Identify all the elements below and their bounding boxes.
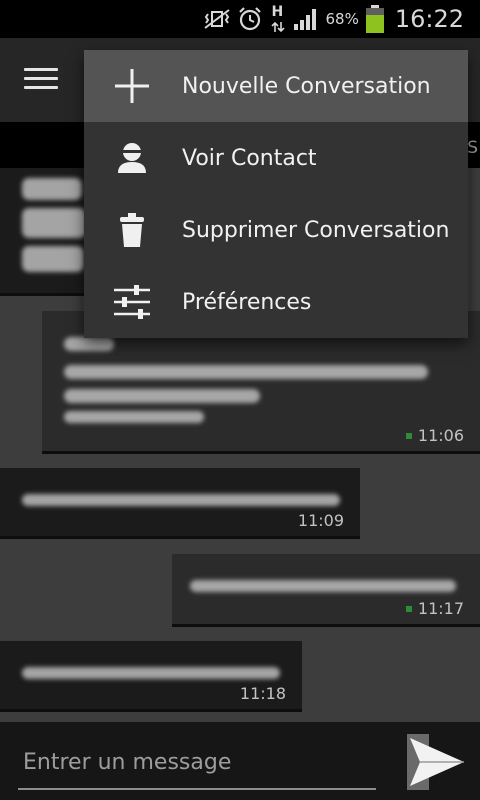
- clock: 16:22: [394, 5, 464, 33]
- message-time: 11:17: [405, 599, 464, 618]
- network-type: H: [269, 4, 287, 34]
- status-icons: H 68% 16:22: [203, 0, 464, 38]
- message-input-placeholder: Entrer un message: [23, 750, 232, 775]
- delivered-icon: [405, 432, 412, 439]
- menu-item-label: Préférences: [182, 289, 312, 315]
- menu-item-label: Supprimer Conversation: [182, 217, 450, 243]
- menu-item-new-conversation[interactable]: Nouvelle Conversation: [84, 50, 468, 122]
- signal-icon: [294, 9, 317, 30]
- menu-item-label: Voir Contact: [182, 145, 317, 171]
- trash-icon: [113, 211, 151, 249]
- contact-icon: [113, 139, 151, 177]
- message-input[interactable]: Entrer un message: [18, 742, 376, 790]
- status-bar: H 68% 16:22: [0, 0, 480, 38]
- menu-item-delete-conversation[interactable]: Supprimer Conversation: [84, 194, 468, 266]
- battery-percent: 68%: [325, 10, 359, 28]
- menu-item-view-contact[interactable]: Voir Contact: [84, 122, 468, 194]
- message-time: 11:06: [405, 426, 464, 445]
- alarm-icon: [239, 7, 262, 31]
- send-icon[interactable]: [406, 732, 468, 792]
- delivered-icon: [405, 605, 412, 612]
- vibrate-icon: [204, 9, 231, 29]
- message-received[interactable]: [0, 168, 88, 293]
- message-time: 11:09: [297, 511, 344, 530]
- menu-item-preferences[interactable]: Préférences: [84, 266, 468, 338]
- menu-icon[interactable]: [24, 68, 58, 92]
- message-time: 11:18: [239, 684, 286, 703]
- menu-item-label: Nouvelle Conversation: [182, 73, 431, 99]
- overflow-menu: Nouvelle Conversation Voir Contact Suppr…: [84, 50, 468, 338]
- header-overflow-text: S: [467, 138, 478, 158]
- message-received[interactable]: 11:18: [0, 641, 302, 709]
- data-arrows-icon: [271, 21, 286, 33]
- sliders-icon: [113, 283, 151, 321]
- battery-icon: [365, 5, 384, 33]
- message-received[interactable]: 11:09: [0, 468, 360, 536]
- message-sent[interactable]: 11:17: [172, 554, 480, 624]
- plus-icon: [113, 67, 151, 105]
